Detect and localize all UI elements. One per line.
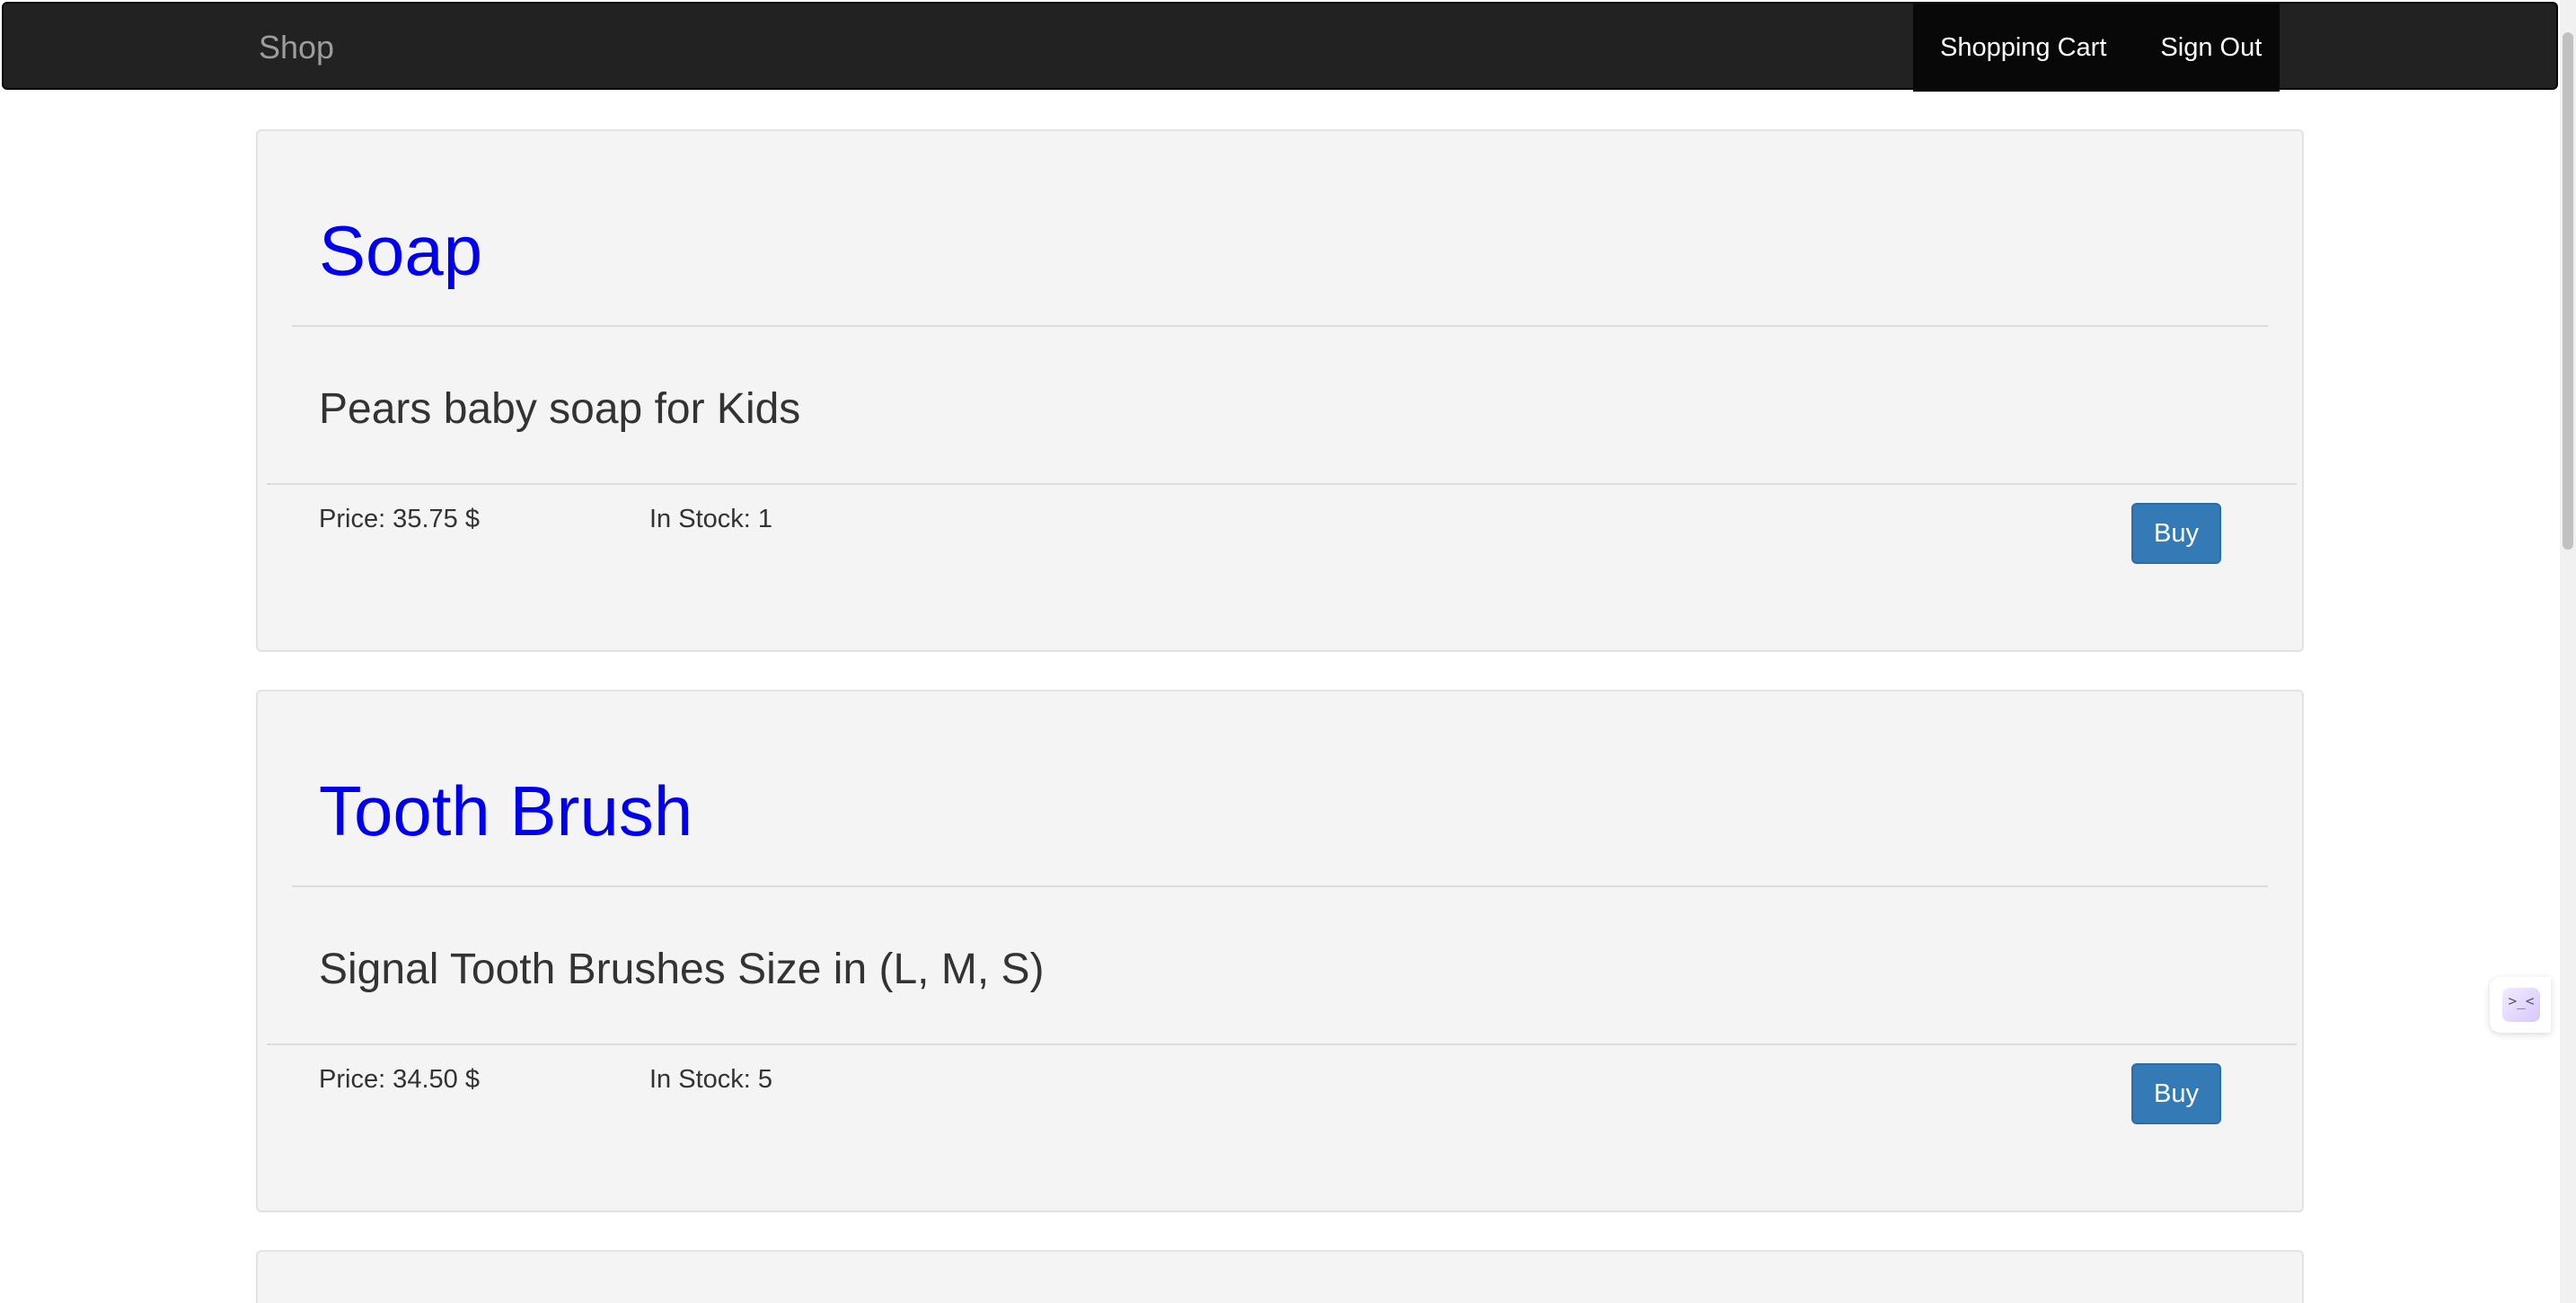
product-card: Soap Pears baby soap for Kids Price: 35.… bbox=[256, 129, 2304, 652]
buy-button[interactable]: Buy bbox=[2131, 503, 2221, 564]
shopping-cart-link[interactable]: Shopping Cart bbox=[1913, 4, 2133, 92]
buy-button[interactable]: Buy bbox=[2131, 1063, 2221, 1124]
title-divider bbox=[292, 325, 2268, 327]
footer-divider bbox=[267, 1043, 2297, 1045]
sign-out-link[interactable]: Sign Out bbox=[2133, 4, 2289, 92]
title-divider bbox=[292, 885, 2268, 887]
product-description: Pears baby soap for Kids bbox=[319, 385, 801, 433]
product-card-partial bbox=[256, 1250, 2304, 1303]
top-navbar: Shop Shopping Cart Sign Out bbox=[2, 2, 2558, 92]
product-title-link[interactable]: Soap bbox=[319, 210, 482, 291]
shop-page: Shop Shopping Cart Sign Out Soap Pears b… bbox=[0, 0, 2576, 1303]
product-description: Signal Tooth Brushes Size in (L, M, S) bbox=[319, 946, 1045, 993]
product-title-link[interactable]: Tooth Brush bbox=[319, 770, 693, 851]
footer-divider bbox=[267, 483, 2297, 485]
page-scrollbar[interactable] bbox=[2560, 0, 2576, 1303]
assistant-widget[interactable]: >_< bbox=[2490, 977, 2551, 1033]
brand-link[interactable]: Shop bbox=[259, 4, 334, 92]
product-stock: In Stock: 1 bbox=[649, 505, 773, 533]
product-stock: In Stock: 5 bbox=[649, 1065, 773, 1094]
assistant-face-icon: >_< bbox=[2502, 988, 2540, 1022]
product-card: Tooth Brush Signal Tooth Brushes Size in… bbox=[256, 690, 2304, 1212]
scrollbar-thumb[interactable] bbox=[2563, 32, 2573, 550]
product-price: Price: 35.75 $ bbox=[319, 505, 480, 533]
product-price: Price: 34.50 $ bbox=[319, 1065, 480, 1094]
nav-links: Shopping Cart Sign Out bbox=[1913, 4, 2280, 92]
